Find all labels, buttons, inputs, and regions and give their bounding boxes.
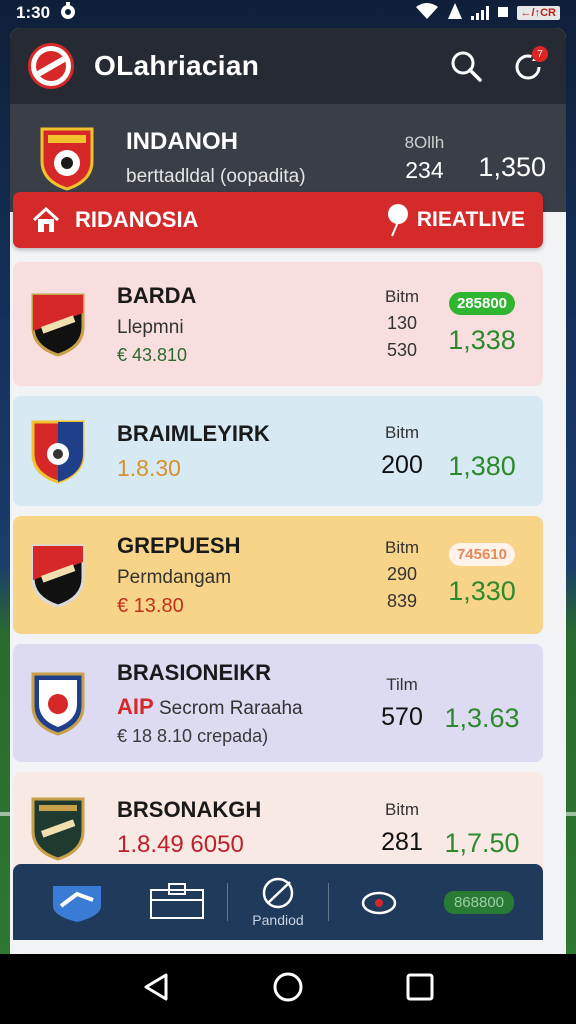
featured-odds[interactable]: 1,350 (478, 152, 546, 183)
match-card[interactable]: BRAIMLEYIRK 1.8.30 Bitm 200 1,380 (13, 396, 543, 506)
team-name: BRSONAKGH (117, 797, 262, 822)
match-card[interactable]: BRASIONEIKR AIP Secrom Raraaha € 18 8.10… (13, 644, 543, 762)
team-crest (31, 672, 85, 736)
tab-odds[interactable]: 868800 (429, 864, 529, 940)
notifications-button[interactable]: 7 (508, 46, 548, 86)
sim-icon (497, 3, 509, 23)
odds-value[interactable]: 1,338 (437, 325, 527, 356)
match-detail: Llepmni (117, 316, 184, 338)
match-detail: Secrom Raraaha (158, 697, 303, 719)
shield-icon (53, 886, 101, 922)
match-amount: € 43.810 (117, 344, 188, 365)
match-detail: 1.8.30 (117, 454, 181, 481)
tab-predictions[interactable]: Pandiod (228, 864, 328, 940)
tab-schedule[interactable] (127, 864, 227, 940)
stat-value-secondary: 839 (386, 591, 418, 611)
stat-label: Tilm (386, 674, 418, 694)
tab-badge: 868800 (443, 890, 515, 914)
section-header[interactable]: RIDANOSIA RIEATLIVE (13, 192, 543, 248)
whistle-icon (361, 891, 397, 915)
team-crest (31, 544, 85, 608)
notification-badge: 7 (532, 46, 548, 62)
tab-live[interactable] (329, 864, 429, 940)
stat-value-secondary: 530 (386, 340, 418, 360)
stat-value: 200 (381, 450, 423, 479)
battery-indicator: ←/↑CR (516, 6, 560, 20)
team-crest (31, 293, 85, 357)
match-detail: Permdangam (117, 566, 232, 588)
live-label: RIEATLIVE (416, 208, 525, 231)
featured-team-name: INDANOH (126, 128, 238, 155)
stat-label: Bitm (385, 799, 419, 819)
live-pin-icon (387, 204, 408, 237)
stat-value: 570 (381, 702, 423, 731)
match-amount: € 13.80 (117, 594, 184, 617)
home-nav-button[interactable] (272, 971, 304, 1008)
stat-label: Bitm (385, 422, 419, 442)
team-name: BRASIONEIKR (117, 659, 272, 685)
home-icon (32, 206, 60, 232)
status-bar: 1:30 ←/↑CR (0, 0, 576, 26)
search-icon (451, 51, 482, 82)
recents-button[interactable] (404, 971, 436, 1008)
featured-subtitle: berttadldal (oopadita) (126, 166, 306, 187)
featured-stat-label: 8Ollh (404, 132, 445, 152)
match-detail: 1.8.49 6050 (117, 831, 244, 858)
system-navigation-bar (0, 954, 576, 1024)
wifi-icon (415, 2, 439, 25)
match-amount: € 18 8.10 crepada) (117, 725, 269, 746)
tab-label: Pandiod (252, 912, 304, 928)
back-icon (144, 973, 168, 1000)
calendar-icon (150, 883, 204, 919)
section-title: RIDANOSIA (75, 207, 199, 232)
status-time: 1:30 (16, 3, 51, 22)
search-button[interactable] (446, 46, 486, 86)
app-logo[interactable] (28, 43, 74, 89)
team-crest (31, 797, 85, 861)
odds-value[interactable]: 1,7.50 (437, 828, 527, 859)
ball-icon (262, 877, 294, 909)
match-card[interactable]: GREPUESH Permdangam € 13.80 Bitm 290 839… (13, 516, 543, 634)
stat-value: 130 (386, 313, 418, 333)
stat-value: 290 (386, 564, 418, 584)
stat-label: Bitm (385, 287, 419, 306)
featured-stat-value: 234 (405, 156, 444, 183)
odds-badge: 745610 (448, 543, 516, 566)
odds-badge: 285800 (448, 292, 516, 315)
app-title: OLahriacian (94, 50, 260, 81)
team-crest (31, 420, 85, 484)
recents-icon (406, 973, 434, 1000)
team-name: GREPUESH (117, 532, 241, 558)
match-prefix: AIP (117, 693, 154, 719)
featured-team-crest (40, 127, 94, 191)
alert-icon (447, 2, 463, 25)
team-name: BRAIMLEYIRK (117, 420, 270, 446)
bottom-tab-bar: Pandiod 868800 (13, 864, 543, 940)
app-header: OLahriacian 7 (10, 28, 566, 104)
signal-icon (470, 6, 489, 20)
tab-home[interactable] (27, 864, 127, 940)
home-circle-icon (273, 972, 303, 1001)
notification-status-icon (58, 1, 78, 26)
odds-value[interactable]: 1,380 (437, 451, 527, 482)
match-card[interactable]: BARDA Llepmni € 43.810 Bitm 130 530 2858… (13, 262, 543, 386)
back-button[interactable] (140, 971, 172, 1008)
stat-label: Bitm (385, 538, 419, 557)
odds-value[interactable]: 1,3.63 (437, 703, 527, 734)
team-name: BARDA (117, 282, 197, 308)
stat-value: 281 (381, 827, 423, 856)
odds-value[interactable]: 1,330 (437, 576, 527, 607)
